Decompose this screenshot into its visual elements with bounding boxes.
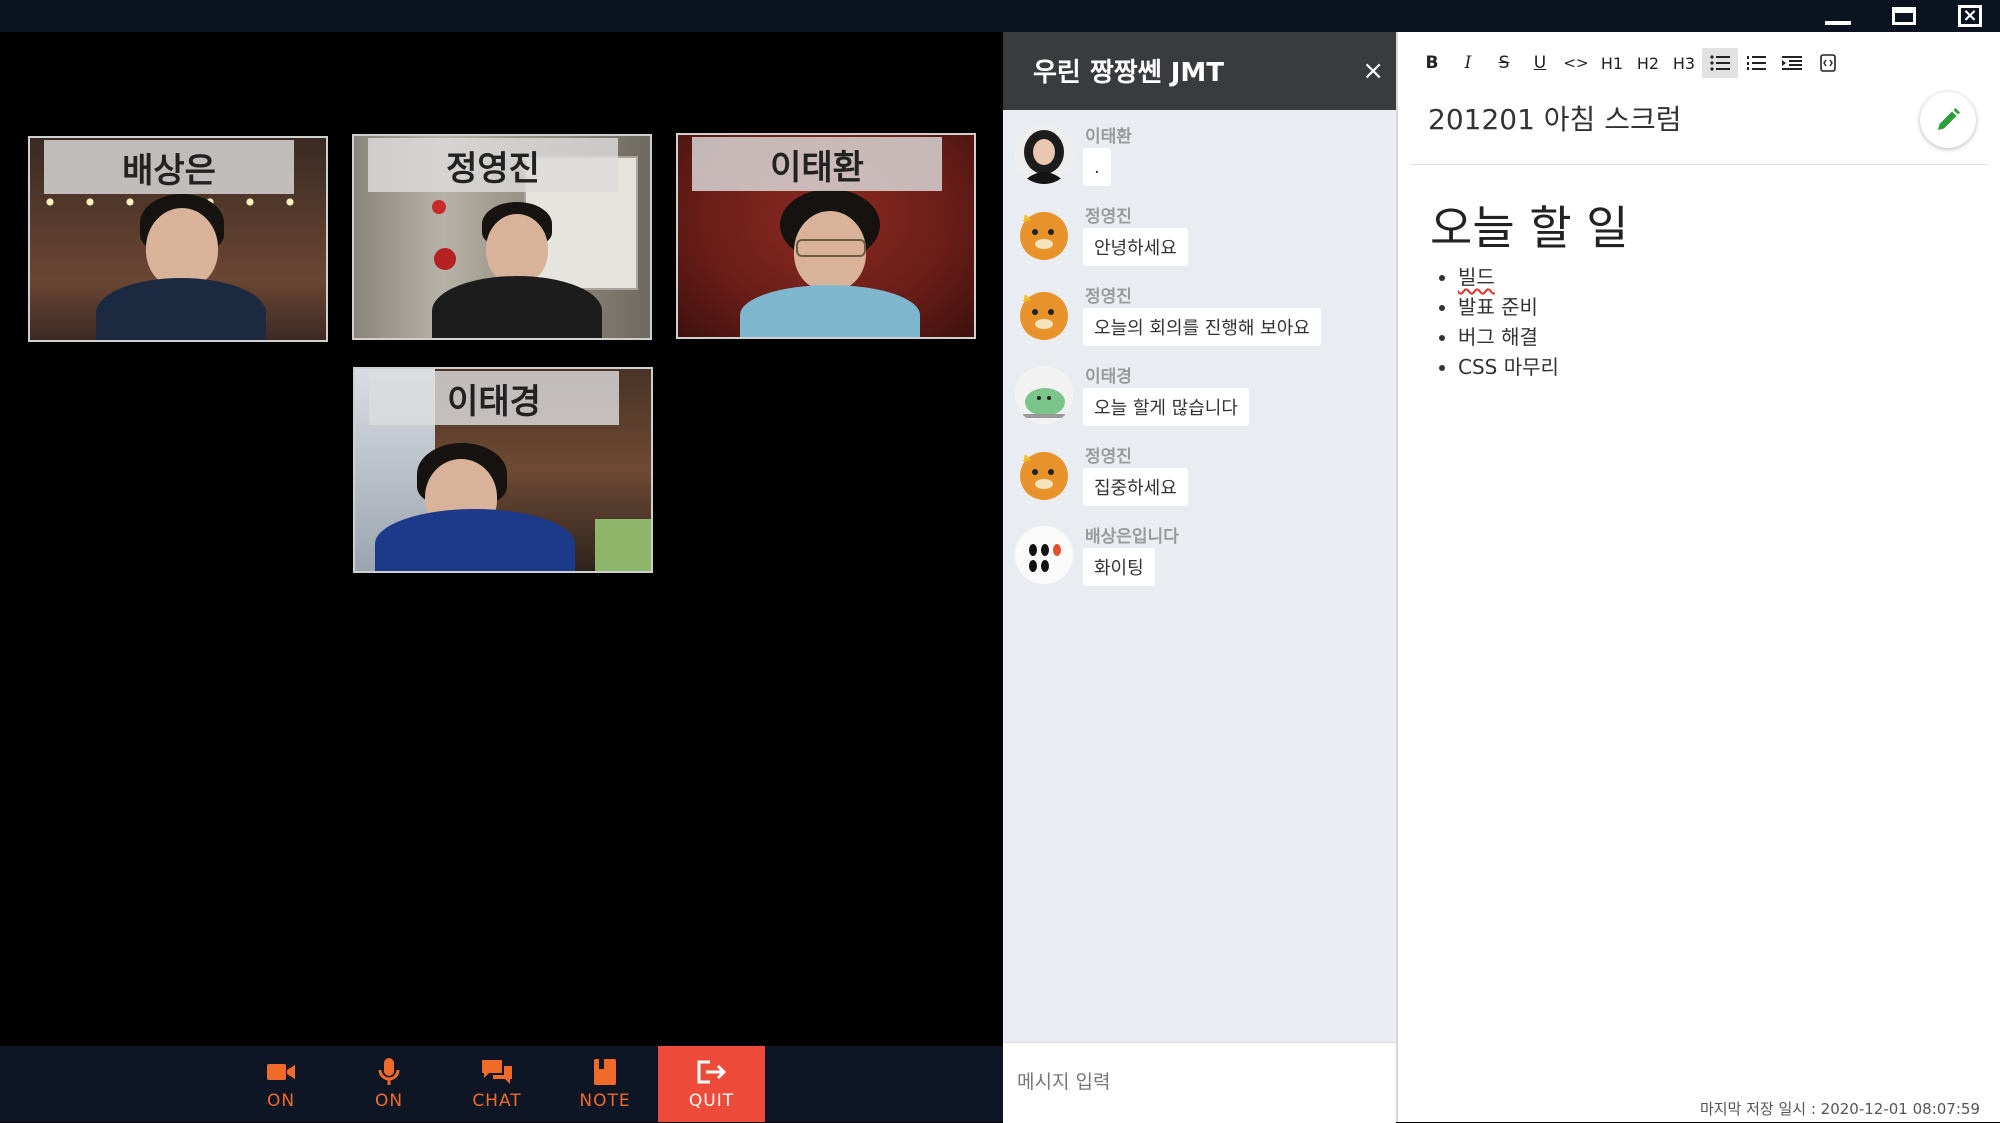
code-block-button[interactable] [1810, 48, 1846, 78]
pencil-icon [1938, 108, 1960, 130]
message-bubble: 오늘 할게 많습니다 [1083, 388, 1249, 426]
heading2-button[interactable]: H2 [1630, 48, 1666, 78]
note-panel: B I S U <> H1 H2 H3 201201 아침 스크럼 오늘 할 일… [1398, 32, 2000, 1122]
chat-message: 정영진 집중하세요 [1011, 442, 1391, 514]
list-item[interactable]: 빌드 [1458, 262, 1559, 292]
todo-list[interactable]: 빌드 발표 준비 버그 해결 CSS 마무리 [1436, 262, 1559, 382]
camera-icon [264, 1057, 298, 1087]
message-bubble: 화이팅 [1083, 548, 1155, 586]
message-sender: 정영진 [1085, 287, 1132, 307]
chat-message: 정영진 안녕하세요 [1011, 202, 1391, 274]
quit-button[interactable]: QUIT [658, 1046, 765, 1122]
strikethrough-button[interactable]: S [1486, 48, 1522, 78]
note-heading[interactable]: 오늘 할 일 [1430, 192, 1629, 258]
last-saved-timestamp: 마지막 저장 일시 : 2020-12-01 08:07:59 [1699, 1100, 1980, 1118]
list-item[interactable]: CSS 마무리 [1458, 352, 1559, 382]
video-tile-1: 배상은 [28, 136, 328, 342]
underline-button[interactable]: U [1522, 48, 1558, 78]
chat-message: 이태경 오늘 할게 많습니다 [1011, 362, 1391, 434]
indent-icon [1782, 56, 1802, 70]
avatar [1015, 126, 1073, 184]
chat-message: 이태환 . [1011, 122, 1391, 194]
message-sender: 배상은입니다 [1085, 527, 1179, 547]
indent-button[interactable] [1774, 48, 1810, 78]
chat-input-area [1003, 1042, 1396, 1123]
bullet-list-button[interactable] [1702, 48, 1738, 78]
maximize-button[interactable] [1880, 0, 1928, 32]
note-icon [588, 1057, 622, 1087]
message-bubble: . [1083, 148, 1111, 186]
participant-name: 이태경 [369, 371, 619, 425]
chat-icon [480, 1057, 514, 1087]
list-item[interactable]: 발표 준비 [1458, 292, 1559, 322]
exit-icon [695, 1057, 729, 1087]
video-tile-3: 이태환 [676, 133, 976, 339]
video-tile-4: 이태경 [353, 367, 653, 573]
bold-button[interactable]: B [1414, 48, 1450, 78]
participant-name: 배상은 [44, 140, 294, 194]
avatar [1015, 366, 1073, 424]
participant-name: 정영진 [368, 138, 618, 192]
note-toggle-button[interactable]: NOTE [553, 1046, 657, 1122]
message-bubble: 집중하세요 [1083, 468, 1188, 506]
participant-name: 이태환 [692, 137, 942, 191]
chat-message-input[interactable] [1015, 1063, 1379, 1101]
control-bar: ON ON CHAT NOTE QUIT [0, 1046, 1003, 1122]
inline-code-button[interactable]: <> [1558, 48, 1594, 78]
message-sender: 이태경 [1085, 367, 1132, 387]
list-item[interactable]: 버그 해결 [1458, 322, 1559, 352]
code-block-icon [1820, 54, 1836, 72]
window-title-bar: × [0, 0, 2000, 32]
bullet-list-icon [1710, 55, 1730, 71]
maximize-icon [1892, 7, 1916, 25]
italic-button[interactable]: I [1450, 48, 1486, 78]
note-title[interactable]: 201201 아침 스크럼 [1428, 98, 1682, 138]
message-bubble: 오늘의 회의를 진행해 보아요 [1083, 308, 1321, 346]
message-sender: 정영진 [1085, 447, 1132, 467]
microphone-toggle-button[interactable]: ON [337, 1046, 441, 1122]
ordered-list-button[interactable] [1738, 48, 1774, 78]
message-bubble: 안녕하세요 [1083, 228, 1188, 266]
video-tile-2: 정영진 [352, 134, 652, 340]
message-sender: 정영진 [1085, 207, 1132, 227]
ordered-list-icon [1747, 56, 1766, 70]
microphone-icon [372, 1057, 406, 1087]
video-grid: 배상은 정영진 이태환 이태경 [0, 32, 1003, 1046]
chat-message: 정영진 오늘의 회의를 진행해 보아요 [1011, 282, 1391, 354]
message-sender: 이태환 [1085, 127, 1132, 147]
minimize-icon [1825, 21, 1851, 25]
chat-close-button[interactable]: × [1362, 56, 1384, 86]
camera-toggle-button[interactable]: ON [229, 1046, 333, 1122]
heading1-button[interactable]: H1 [1594, 48, 1630, 78]
avatar [1015, 526, 1073, 584]
editor-toolbar: B I S U <> H1 H2 H3 [1414, 48, 1846, 78]
chat-toggle-button[interactable]: CHAT [445, 1046, 549, 1122]
avatar [1015, 286, 1073, 344]
note-separator [1410, 164, 1988, 165]
edit-note-button[interactable] [1920, 92, 1976, 148]
minimize-button[interactable] [1814, 0, 1862, 32]
heading3-button[interactable]: H3 [1666, 48, 1702, 78]
chat-header: 우린 짱짱쎈 JMT × [1003, 32, 1396, 110]
chat-room-title: 우린 짱짱쎈 JMT [1033, 58, 1224, 88]
chat-panel: 우린 짱짱쎈 JMT × 이태환 . 정영진 안녕하세요 정영진 오늘의 회의를… [1003, 32, 1396, 1123]
chat-message: 배상은입니다 화이팅 [1011, 522, 1391, 594]
window-close-button[interactable]: × [1946, 0, 1994, 32]
close-icon: × [1958, 5, 1982, 27]
avatar [1015, 206, 1073, 264]
avatar [1015, 446, 1073, 504]
